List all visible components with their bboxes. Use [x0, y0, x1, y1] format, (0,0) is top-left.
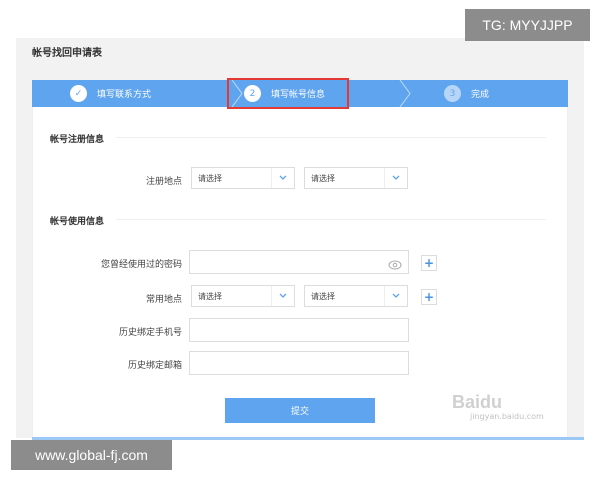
step-label: 填写联系方式	[97, 90, 152, 100]
common-city-select[interactable]: 请选择	[304, 285, 408, 307]
page-title: 帐号找回申请表	[32, 48, 102, 59]
step-number: 3	[444, 85, 461, 102]
overlay-tag-bottom-left: www.global-fj.com	[11, 440, 172, 470]
section-divider	[116, 219, 546, 220]
active-step-highlight	[227, 78, 349, 109]
password-input[interactable]	[189, 250, 409, 274]
password-label: 您曾经使用过的密码	[100, 260, 182, 270]
step-label: 完成	[471, 90, 490, 100]
step-contact: ✓ 填写联系方式	[70, 80, 151, 107]
add-location-button[interactable]: +	[421, 289, 437, 305]
registration-location-label: 注册地点	[145, 177, 182, 187]
phone-label: 历史绑定手机号	[118, 328, 182, 338]
chevron-down-icon	[272, 286, 294, 306]
jingyan-watermark: jingyan.baidu.com	[470, 412, 544, 421]
step-complete: 3 完成	[444, 80, 489, 107]
submit-button[interactable]: 提交	[225, 398, 375, 423]
chevron-down-icon	[385, 168, 407, 188]
phone-input[interactable]	[189, 318, 409, 342]
email-label: 历史绑定邮箱	[127, 361, 182, 371]
section-title-usage: 帐号使用信息	[50, 217, 105, 227]
overlay-tag-top-right: TG: MYYJJPP	[465, 9, 590, 41]
common-location-label: 常用地点	[145, 295, 182, 305]
step-separator-icon	[398, 80, 412, 107]
registration-city-select[interactable]: 请选择	[304, 167, 408, 189]
select-value: 请选择	[198, 291, 222, 301]
add-password-button[interactable]: +	[421, 255, 437, 271]
select-value: 请选择	[198, 173, 222, 183]
chevron-down-icon	[272, 168, 294, 188]
chevron-down-icon	[385, 286, 407, 306]
baidu-watermark: Baidu	[452, 392, 503, 412]
select-value: 请选择	[311, 173, 335, 183]
select-value: 请选择	[311, 291, 335, 301]
check-icon: ✓	[70, 85, 87, 102]
common-province-select[interactable]: 请选择	[191, 285, 295, 307]
section-title-registration: 帐号注册信息	[50, 135, 105, 145]
section-divider	[116, 137, 546, 138]
email-input[interactable]	[189, 351, 409, 375]
eye-icon[interactable]	[388, 256, 402, 270]
registration-province-select[interactable]: 请选择	[191, 167, 295, 189]
